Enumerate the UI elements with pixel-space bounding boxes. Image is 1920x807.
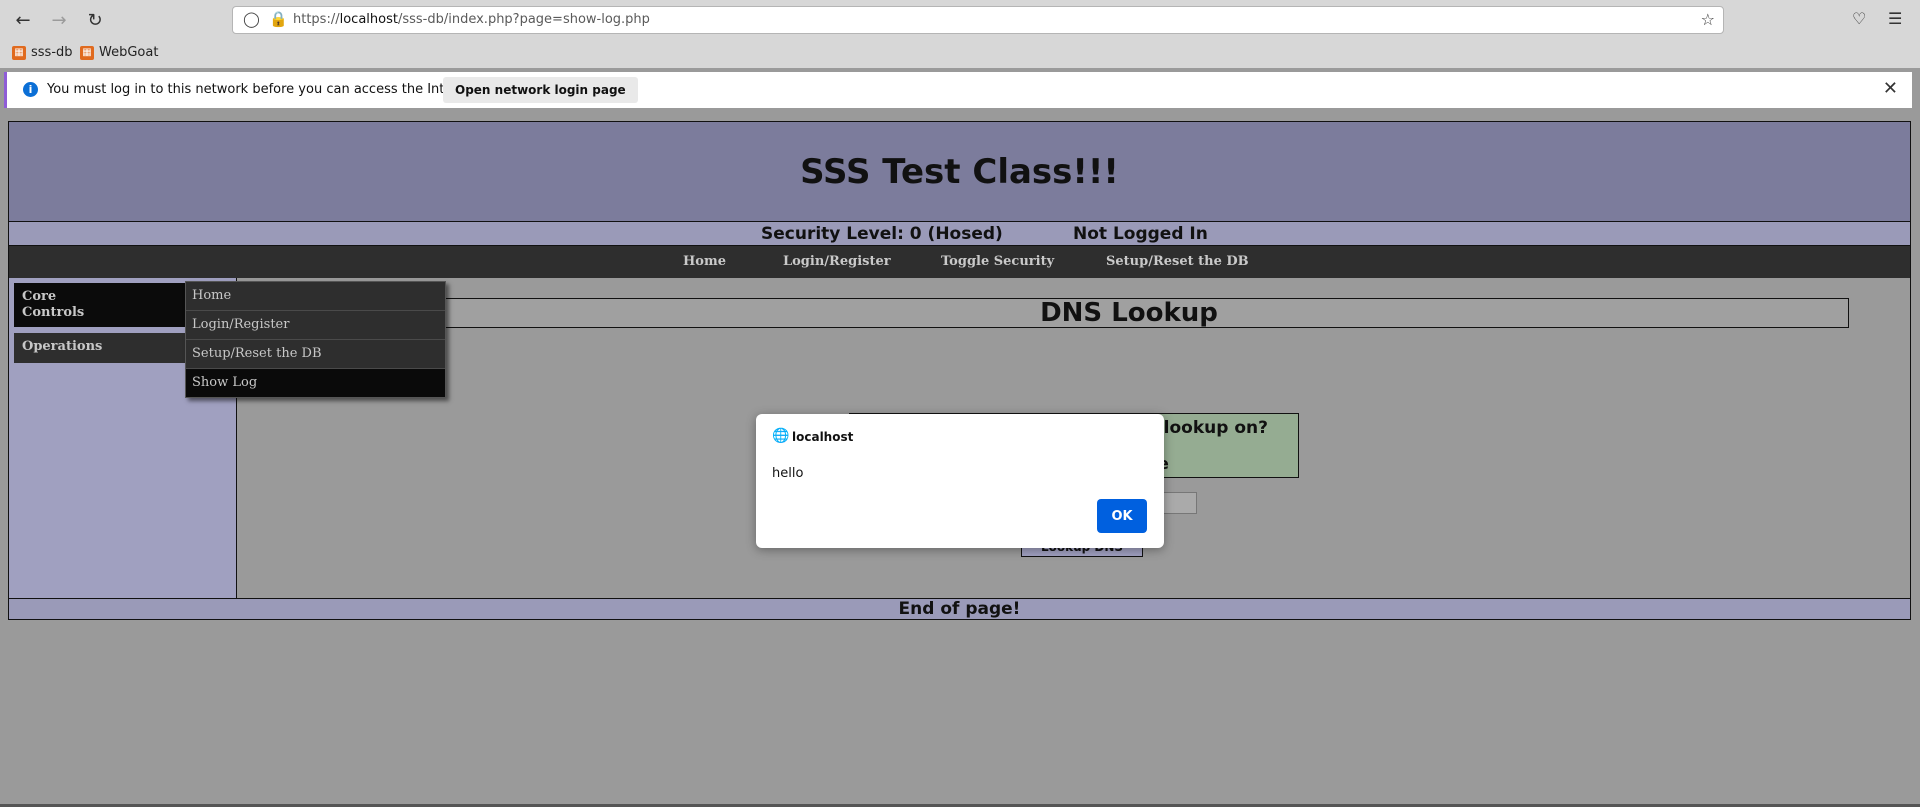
form-question: lookup on?	[1163, 418, 1268, 438]
sidebar-item-label: Core	[22, 289, 57, 304]
pocket-icon[interactable]: ♡	[1852, 9, 1866, 28]
dialog-title: localhost	[792, 430, 854, 444]
globe-icon: 🌐	[772, 428, 790, 444]
close-icon[interactable]: ✕	[1883, 78, 1898, 99]
menu-toggle-security[interactable]: Toggle Security	[941, 254, 1054, 269]
bookmarks-bar: ▦ sss-db ▦ WebGoat	[0, 40, 1920, 68]
shield-icon[interactable]: ◯	[243, 10, 260, 28]
bookmark-label: WebGoat	[99, 45, 159, 60]
site-header: SSS Test Class!!!	[9, 122, 1910, 222]
flyout-item-show-log[interactable]: Show Log	[186, 369, 445, 397]
sidebar-item-core-controls[interactable]: Core Controls	[14, 283, 196, 327]
open-network-login-button[interactable]: Open network login page	[443, 77, 638, 103]
top-menu: Home Login/Register Toggle Security Setu…	[9, 246, 1910, 278]
page-title: DNS Lookup	[409, 298, 1849, 328]
bookmark-favicon-icon: ▦	[80, 45, 94, 60]
bookmark-sss-db[interactable]: ▦ sss-db	[12, 45, 73, 60]
captive-portal-notification: i You must log in to this network before…	[4, 72, 1912, 108]
url-host: localhost	[339, 12, 398, 27]
info-icon: i	[23, 82, 38, 97]
security-level: Security Level: 0 (Hosed)	[761, 224, 1003, 244]
url-text[interactable]: https://localhost/sss-db/index.php?page=…	[293, 12, 650, 27]
browser-toolbar: ← → ↻ ◯ 🔒 https://localhost/sss-db/index…	[0, 0, 1920, 40]
menu-login-register[interactable]: Login/Register	[783, 254, 891, 269]
flyout-item-login-register[interactable]: Login/Register	[186, 311, 445, 340]
bookmark-webgoat[interactable]: ▦ WebGoat	[80, 45, 158, 60]
sidebar-item-label: Operations	[22, 339, 103, 354]
url-path: /sss-db/index.php?page=show-log.php	[397, 12, 650, 27]
sidebar-item-operations[interactable]: Operations	[14, 333, 196, 363]
url-scheme: https://	[293, 12, 340, 27]
site-title: SSS Test Class!!!	[800, 152, 1119, 192]
flyout-item-setup-reset-db[interactable]: Setup/Reset the DB	[186, 340, 445, 369]
alert-dialog: 🌐 localhost hello OK	[756, 414, 1164, 548]
hamburger-menu-icon[interactable]: ☰	[1888, 9, 1902, 28]
ok-button[interactable]: OK	[1097, 499, 1147, 533]
menu-setup-reset-db[interactable]: Setup/Reset the DB	[1106, 254, 1249, 269]
status-row: Security Level: 0 (Hosed) Not Logged In	[9, 222, 1910, 246]
back-arrow-icon[interactable]: ←	[9, 8, 37, 32]
flyout-item-home[interactable]: Home	[186, 282, 445, 311]
notification-message: You must log in to this network before y…	[47, 82, 483, 97]
reload-icon[interactable]: ↻	[81, 8, 109, 32]
bookmark-favicon-icon: ▦	[12, 45, 26, 60]
page-footer: End of page!	[9, 598, 1910, 619]
core-controls-flyout: Home Login/Register Setup/Reset the DB S…	[185, 281, 446, 398]
login-status: Not Logged In	[1073, 224, 1208, 244]
dialog-message: hello	[772, 466, 804, 481]
menu-home[interactable]: Home	[683, 254, 726, 269]
bookmark-label: sss-db	[31, 45, 73, 60]
sidebar-item-label: Controls	[22, 305, 85, 320]
forward-arrow-icon[interactable]: →	[45, 8, 73, 32]
address-bar[interactable]: ◯ 🔒 https://localhost/sss-db/index.php?p…	[232, 6, 1724, 34]
bookmark-star-icon[interactable]: ☆	[1701, 10, 1715, 29]
lock-icon[interactable]: 🔒	[269, 10, 288, 28]
